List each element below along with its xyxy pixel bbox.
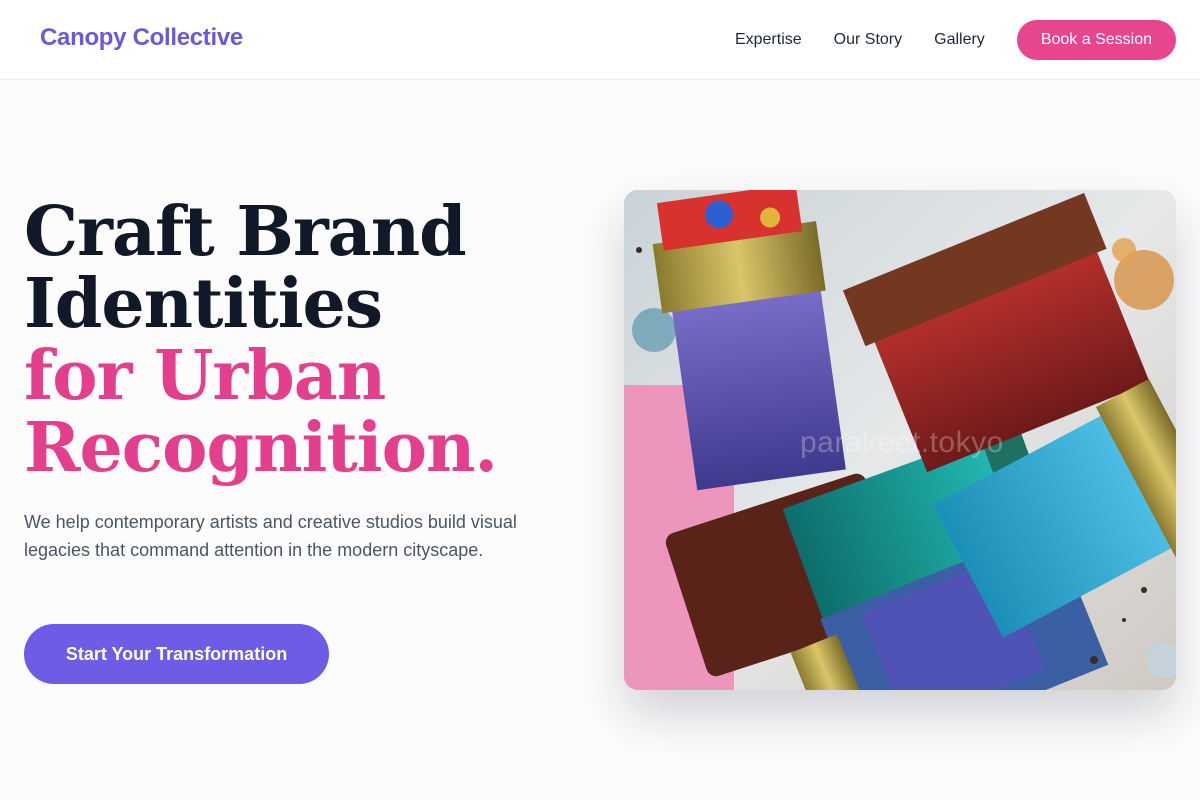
main-nav: Expertise Our Story Gallery Book a Sessi… <box>735 20 1176 60</box>
hero-subtitle: We help contemporary artists and creativ… <box>24 512 517 560</box>
book-session-button[interactable]: Book a Session <box>1016 20 1176 60</box>
hero-title-line-3: for Urban <box>24 336 386 416</box>
hero-image-paintbrushes: parakeet.tokyo <box>624 190 1176 690</box>
brand-logo[interactable]: Canopy Collective <box>40 24 243 52</box>
hero-title-line-2: Identities <box>24 264 383 344</box>
top-navigation-bar: Canopy Collective Expertise Our Story Ga… <box>0 0 1200 80</box>
start-transformation-button[interactable]: Start Your Transformation <box>24 624 329 684</box>
nav-link-our-story[interactable]: Our Story <box>834 31 902 49</box>
nav-link-gallery[interactable]: Gallery <box>934 31 985 49</box>
nav-link-expertise[interactable]: Expertise <box>735 31 802 49</box>
image-watermark: parakeet.tokyo <box>800 426 1004 459</box>
hero-title: Craft Brand Identities for Urban Recogni… <box>24 196 584 484</box>
hero-title-line-1: Craft Brand <box>24 192 467 272</box>
hero-title-line-4: Recognition. <box>24 408 498 488</box>
